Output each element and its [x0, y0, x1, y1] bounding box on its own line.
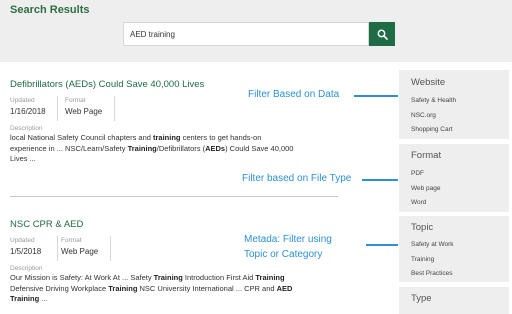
updated-field: Updated 1/5/2018	[10, 237, 41, 256]
facet-item[interactable]: Safety & Health	[411, 97, 456, 104]
format-value: Web Page	[61, 247, 99, 256]
highlighted-term: Training	[127, 143, 157, 153]
facet-topic: Topic Safety at Work Training Best Pract…	[399, 216, 509, 282]
facet-item[interactable]: Shopping Cart	[411, 126, 453, 133]
annotation-arrow	[362, 179, 398, 181]
highlighted-term: AEDs	[205, 143, 226, 153]
highlighted-term: Training	[108, 283, 138, 293]
format-label: Format	[61, 237, 82, 244]
meta-divider	[57, 96, 58, 121]
description-label: Description	[10, 265, 43, 272]
updated-label: Updated	[10, 237, 35, 244]
facet-website: Website Safety & Health NSC.org Shopping…	[399, 70, 509, 139]
description-line: Lives ...	[10, 154, 36, 163]
annotation-topic: Topic or Category	[244, 249, 323, 260]
highlighted-term: training	[153, 133, 181, 142]
description-label: Description	[10, 125, 43, 132]
description-line: local National Safety Council chapters a…	[10, 133, 262, 142]
result-description: Our Mission is Safety: At Work At ... Sa…	[10, 273, 340, 305]
meta-divider	[57, 236, 58, 261]
page-title: Search Results	[10, 4, 90, 16]
updated-value: 1/16/2018	[10, 107, 46, 116]
facet-item[interactable]: Word	[411, 199, 426, 206]
updated-label: Updated	[10, 97, 35, 104]
highlighted-term: Training	[255, 273, 285, 282]
facet-type: Type	[399, 287, 509, 314]
description-line: Training ...	[10, 294, 48, 303]
results-divider	[10, 196, 338, 197]
result-description: local National Safety Council chapters a…	[10, 133, 340, 165]
updated-value: 1/5/2018	[10, 247, 42, 256]
highlighted-term: Training	[10, 294, 40, 303]
highlighted-term: Training	[153, 273, 183, 282]
search-button[interactable]	[369, 22, 395, 46]
facet-title: Topic	[411, 222, 434, 233]
description-line: Our Mission is Safety: At Work At ... Sa…	[10, 273, 285, 282]
result-title-link[interactable]: NSC CPR & AED	[10, 219, 83, 230]
updated-field: Updated 1/16/2018	[10, 97, 46, 116]
facet-item[interactable]: Best Practices	[411, 270, 453, 277]
facet-item[interactable]: PDF	[411, 170, 424, 177]
highlighted-term: AED	[276, 283, 293, 293]
facet-item[interactable]: Safety at Work	[411, 241, 454, 248]
result-title-link[interactable]: Defibrillators (AEDs) Could Save 40,000 …	[10, 79, 204, 90]
annotation-arrow	[354, 95, 398, 97]
meta-divider	[110, 236, 111, 261]
facet-item[interactable]: Training	[411, 256, 434, 263]
facet-title: Format	[411, 150, 442, 161]
facet-format: Format PDF Web page Word	[399, 144, 509, 212]
meta-divider	[114, 96, 115, 121]
search-icon	[377, 29, 388, 40]
description-line: experience in ... NSC/Learn/Safety Train…	[10, 143, 294, 153]
facet-item[interactable]: NSC.org	[411, 112, 436, 119]
description-line: Defensive Driving Workplace Training NSC…	[10, 283, 293, 293]
format-label: Format	[65, 97, 86, 104]
facet-item[interactable]: Web page	[411, 185, 441, 192]
annotation-file-type: Filter based on File Type	[242, 173, 352, 184]
facet-title: Website	[411, 77, 446, 88]
annotation-data-filter: Filter Based on Data	[248, 89, 340, 100]
format-field: Format Web Page	[61, 237, 98, 256]
format-field: Format Web Page	[65, 97, 102, 116]
annotation-metadata: Metada: Filter using	[244, 234, 332, 245]
search-input[interactable]	[123, 22, 369, 46]
annotation-arrow	[366, 244, 398, 246]
format-value: Web Page	[65, 107, 103, 116]
facet-title: Type	[411, 293, 432, 304]
search-header: Search Results	[0, 0, 512, 62]
